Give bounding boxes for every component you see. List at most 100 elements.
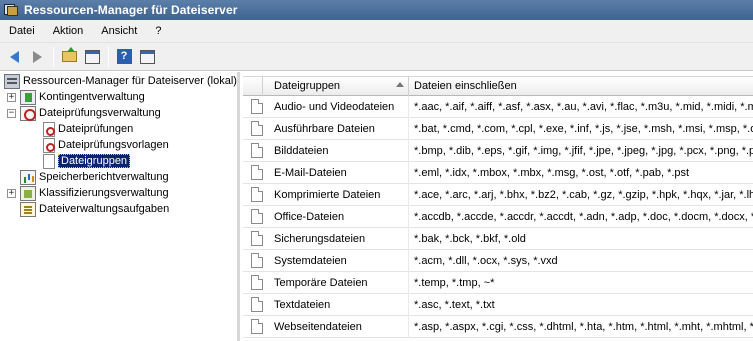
row-name: E-Mail-Dateien [274,162,409,184]
tree-item-dateipruefung[interactable]: − Dateiprüfungsverwaltung [7,105,161,121]
tree-item-label: Kontingentverwaltung [39,91,145,103]
row-files: *.accdb, *.accde, *.accdr, *.accdt, *.ad… [414,211,753,223]
tree-item-kontingent[interactable]: + Kontingentverwaltung [7,89,145,105]
file-screen-icon [20,105,36,121]
file-group-icon [251,121,263,136]
row-name: Ausführbare Dateien [274,118,409,140]
column-header-label: Dateigruppen [274,80,341,92]
column-header-files[interactable]: Dateien einschließen [409,77,753,96]
file-group-icon [251,187,263,202]
column-header-label: Dateien einschließen [414,80,517,92]
table-row[interactable]: Bilddateien *.bmp, *.dib, *.eps, *.gif, … [243,140,753,162]
row-name: Sicherungsdateien [274,228,409,250]
table-row[interactable]: Webseitendateien *.asp, *.aspx, *.cgi, *… [243,316,753,338]
menu-aktion[interactable]: Aktion [44,22,93,41]
toolbar-separator [53,46,54,67]
sort-ascending-icon [396,82,404,87]
table-row[interactable]: Komprimierte Dateien *.ace, *.arc, *.arj… [243,184,753,206]
collapse-icon[interactable]: − [7,108,16,118]
row-files: *.eml, *.idx, *.mbox, *.mbx, *.msg, *.os… [414,167,690,179]
table-row[interactable]: Textdateien *.asc, *.text, *.txt [243,294,753,316]
table-row[interactable]: Office-Dateien *.accdb, *.accde, *.accdr… [243,206,753,228]
menu-help[interactable]: ? [146,22,170,41]
expand-icon[interactable]: + [7,92,16,102]
toolbar-separator [108,46,109,67]
tree-item-label: Speicherberichtverwaltung [39,171,169,183]
action-pane-icon [139,49,155,64]
back-button[interactable] [3,46,25,68]
table-row[interactable]: Audio- und Videodateien *.aac, *.aif, *.… [243,96,753,118]
report-icon [20,169,36,185]
row-name: Systemdateien [274,250,409,272]
table-row[interactable]: Temporäre Dateien *.temp, *.tmp, ~* [243,272,753,294]
file-group-icon [251,143,263,158]
table-row[interactable]: Sicherungsdateien *.bak, *.bck, *.bkf, *… [243,228,753,250]
expand-icon[interactable]: + [7,188,16,198]
app-icon [3,3,19,17]
menu-bar: Datei Aktion Ansicht ? [0,20,753,43]
column-header-group[interactable]: Dateigruppen [263,77,409,96]
icon-column-header[interactable] [243,77,263,96]
template-icon [43,137,55,153]
row-name: Textdateien [274,294,409,316]
file-group-icon [251,253,263,268]
file-group-icon [251,231,263,246]
tree-item-label: Klassifizierungsverwaltung [39,187,169,199]
file-group-icon [251,297,263,312]
row-files: *.acm, *.dll, *.ocx, *.sys, *.vxd [414,255,558,267]
row-files: *.aac, *.aif, *.aiff, *.asf, *.asx, *.au… [414,101,753,113]
file-group-icon [43,153,55,169]
tree-item-aufgaben[interactable]: Dateiverwaltungsaufgaben [20,201,169,217]
tree-item-label: Dateiprüfungsverwaltung [39,107,161,119]
toolbar: ? [0,43,753,71]
help-button[interactable]: ? [113,46,135,68]
back-icon [9,50,19,63]
file-group-icon [251,165,263,180]
action-pane-button[interactable] [136,46,158,68]
server-icon [4,73,20,89]
tree-root-label: Ressourcen-Manager für Dateiserver (loka… [23,75,237,87]
classification-icon [20,185,36,201]
tree-item-dateipruefungen[interactable]: Dateiprüfungen [43,121,133,137]
row-name: Bilddateien [274,140,409,162]
up-folder-icon [61,47,77,62]
tree-item-label: Dateiprüfungen [58,123,134,135]
task-icon [20,201,36,217]
show-hide-tree-button[interactable] [81,46,103,68]
table-row[interactable]: Ausführbare Dateien *.bat, *.cmd, *.com,… [243,118,753,140]
menu-ansicht[interactable]: Ansicht [92,22,146,41]
console-tree: Ressourcen-Manager für Dateiserver (loka… [0,72,240,341]
menu-datei[interactable]: Datei [0,22,44,41]
quota-icon [20,89,36,105]
row-files: *.asc, *.text, *.txt [414,299,495,311]
table-row[interactable]: Systemdateien *.acm, *.dll, *.ocx, *.sys… [243,250,753,272]
forward-button[interactable] [26,46,48,68]
row-name: Temporäre Dateien [274,272,409,294]
file-screen-doc-icon [43,121,55,137]
row-name: Audio- und Videodateien [274,96,409,118]
help-icon: ? [116,49,132,64]
tree-item-klassifizierung[interactable]: + Klassifizierungsverwaltung [7,185,169,201]
row-files: *.ace, *.arc, *.arj, *.bhx, *.bz2, *.cab… [414,189,753,201]
row-files: *.asp, *.aspx, *.cgi, *.css, *.dhtml, *.… [414,321,753,333]
show-hide-tree-icon [84,49,100,64]
title-bar: Ressourcen-Manager für Dateiserver [0,0,753,20]
file-group-icon [251,275,263,290]
file-group-icon [251,99,263,114]
forward-icon [32,50,42,63]
tree-root[interactable]: Ressourcen-Manager für Dateiserver (loka… [4,73,237,89]
row-name: Komprimierte Dateien [274,184,409,206]
tree-item-speicherbericht[interactable]: Speicherberichtverwaltung [20,169,169,185]
window-title: Ressourcen-Manager für Dateiserver [24,3,238,17]
tree-item-label-selected: Dateigruppen [58,154,131,168]
tree-item-vorlagen[interactable]: Dateiprüfungsvorlagen [43,137,169,153]
tree-item-dateigruppen[interactable]: Dateigruppen [43,153,131,169]
row-name: Webseitendateien [274,316,409,338]
row-files: *.bmp, *.dib, *.eps, *.gif, *.img, *.jfi… [414,145,753,157]
file-group-icon [251,319,263,334]
list-header: Dateigruppen Dateien einschließen [243,76,753,96]
up-folder-button[interactable] [58,46,80,68]
tree-item-label: Dateiprüfungsvorlagen [58,139,169,151]
file-groups-list: Dateigruppen Dateien einschließen Audio-… [243,72,753,341]
table-row[interactable]: E-Mail-Dateien *.eml, *.idx, *.mbox, *.m… [243,162,753,184]
